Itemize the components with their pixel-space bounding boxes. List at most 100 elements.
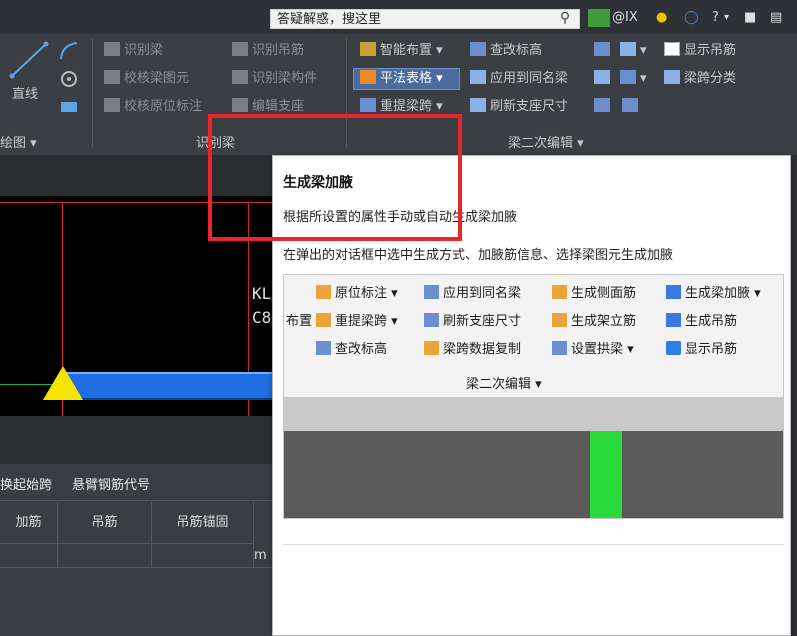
highlight-box	[208, 114, 462, 241]
line-tool-icon[interactable]	[8, 40, 52, 80]
search-icon[interactable]: ⚲	[555, 8, 575, 28]
preview-ribbon: 布置 原位标注 ▾ 应用到同名梁 生成侧面筋 生成梁加腋 ▾ 重提梁跨 ▾ 刷新…	[284, 275, 783, 397]
identify-beam-button[interactable]: 识别梁	[104, 42, 163, 60]
grid-icon	[594, 98, 610, 112]
refresh-icon	[424, 313, 439, 327]
check-beam-button[interactable]: 校核梁图元	[104, 70, 189, 88]
divider	[0, 500, 275, 501]
table-cell[interactable]	[58, 544, 152, 568]
line-tool-label[interactable]: 直线	[12, 86, 38, 104]
column-header[interactable]: 吊筋	[58, 502, 152, 544]
chevron-down-icon[interactable]: ▾	[724, 9, 729, 27]
classify-icon	[664, 70, 680, 84]
preview-item: 设置拱梁 ▾	[552, 341, 634, 359]
preview-item: 生成梁加腋 ▾	[666, 285, 761, 303]
preview-item: 生成吊筋	[666, 313, 737, 331]
panel-toggle-icon[interactable]: ▤	[770, 9, 782, 27]
group-separator	[92, 38, 93, 148]
check-annotation-button[interactable]: 校核原位标注	[104, 98, 202, 116]
property-panel: 换起始跨 悬臂钢筋代号 加筋 吊筋 吊筋锚固 m	[0, 416, 275, 636]
beam-label-size: C8	[252, 308, 272, 327]
annotation-icon	[316, 285, 331, 299]
smart-layout-icon	[360, 42, 376, 56]
table-mode-button[interactable]: 平法表格 ▾	[360, 70, 443, 88]
apply-icon	[424, 285, 439, 299]
refresh-icon	[470, 98, 486, 112]
column-header[interactable]: 吊筋锚固	[152, 502, 254, 544]
span-classify-button[interactable]: 梁跨分类	[664, 70, 736, 88]
circle-tool-icon[interactable]	[58, 68, 80, 90]
preview-item: 查改标高	[316, 341, 387, 359]
hanger-icon	[232, 42, 248, 56]
search-input[interactable]: 答疑解惑，搜这里	[270, 9, 580, 29]
table-cell[interactable]	[0, 544, 58, 568]
tool-icon-b[interactable]: ▾	[620, 42, 647, 60]
elevation-icon	[316, 341, 331, 355]
vertical-scrollbar[interactable]	[791, 156, 797, 636]
elevation-icon	[470, 42, 486, 56]
identify-hanger-button[interactable]: 识别吊筋	[232, 42, 304, 60]
preview-canvas	[284, 431, 783, 518]
side-rebar-icon	[552, 285, 567, 299]
tool-icon-a[interactable]	[594, 42, 614, 60]
top-bar: 答疑解惑，搜这里 ⚲ @IX ● ◯ ? ▾ ■ ▤	[0, 0, 797, 34]
preview-left-label: 布置	[286, 314, 313, 329]
shirt-icon[interactable]: ■	[744, 9, 756, 27]
span-icon	[360, 98, 376, 112]
preview-item: 显示吊筋	[666, 341, 737, 359]
message-icon[interactable]: ●	[656, 9, 667, 27]
stand-rebar-icon	[552, 313, 567, 327]
apply-same-name-button[interactable]: 应用到同名梁	[470, 70, 568, 88]
beam-element[interactable]	[62, 372, 275, 400]
tool-icon-c[interactable]	[594, 70, 614, 88]
help-button[interactable]: ?	[712, 9, 719, 27]
identify-beam-component-button[interactable]: 识别梁构件	[232, 70, 317, 88]
column-header[interactable]: 加筋	[0, 502, 58, 544]
draw-group-label[interactable]: 绘图 ▾	[0, 132, 37, 151]
refresh-support-button[interactable]: 刷新支座尺寸	[470, 98, 568, 116]
list-icon	[594, 70, 610, 84]
show-hanger-checkbox[interactable]: 显示吊筋	[664, 42, 736, 60]
checkbox-checked-icon	[666, 341, 681, 355]
smart-layout-button[interactable]: 智能布置 ▾	[360, 42, 443, 60]
haunch-icon	[620, 70, 636, 84]
preview-item: 重提梁跨 ▾	[316, 313, 398, 331]
preview-toolbar-strip	[284, 397, 783, 431]
switch-start-span-tab[interactable]: 换起始跨	[0, 474, 52, 493]
annotation-icon	[104, 98, 120, 112]
preview-item: 生成架立筋	[552, 313, 636, 331]
preview-item: 生成侧面筋	[552, 285, 636, 303]
hammer-icon	[620, 42, 636, 56]
preview-item: 原位标注 ▾	[316, 285, 398, 303]
pencil-icon	[232, 98, 248, 112]
cantilever-code-tab[interactable]: 悬臂钢筋代号	[72, 474, 150, 493]
beam-label: KL	[252, 284, 272, 303]
preview-item: 梁跨数据复制	[424, 341, 521, 359]
measure-icon	[594, 42, 610, 56]
preview-haunch-element	[590, 431, 622, 518]
tool-icon-e[interactable]	[594, 98, 614, 116]
table-icon	[360, 70, 376, 84]
arc-tool-icon[interactable]	[58, 40, 80, 62]
edit-elevation-button[interactable]: 查改标高	[470, 42, 542, 60]
tooltip-instruction: 在弹出的对话框中选中生成方式、加腋筋信息、选择梁图元生成加腋	[283, 248, 674, 263]
tooltip-divider	[283, 544, 784, 545]
secondary-group-label[interactable]: 梁二次编辑 ▾	[508, 132, 584, 151]
check-icon	[104, 70, 120, 84]
rect-tool-icon[interactable]	[58, 98, 80, 116]
user-name[interactable]: @IX	[612, 9, 638, 27]
apply-icon	[470, 70, 486, 84]
arch-icon	[552, 341, 567, 355]
tool-icon-f[interactable]	[622, 98, 642, 116]
support-marker[interactable]	[43, 366, 83, 400]
table-cell[interactable]	[152, 544, 254, 568]
component-icon	[232, 70, 248, 84]
copy-icon	[424, 341, 439, 355]
headset-icon[interactable]: ◯	[684, 9, 699, 27]
preview-item: 刷新支座尺寸	[424, 313, 521, 331]
hanger-icon	[666, 313, 681, 327]
preview-item: 应用到同名梁	[424, 285, 521, 303]
tool-icon-d[interactable]: ▾	[620, 70, 647, 88]
checkbox-icon	[664, 42, 680, 56]
app-logo-icon[interactable]	[588, 9, 610, 27]
